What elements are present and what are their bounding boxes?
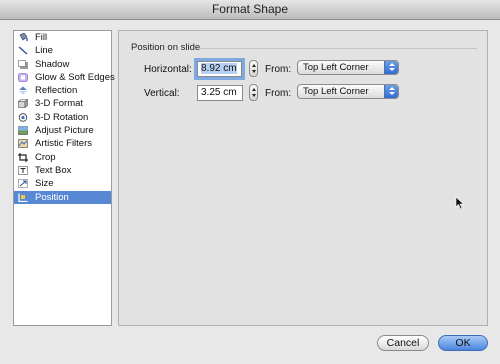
mouse-pointer-icon (455, 196, 465, 210)
shadow-icon (18, 59, 28, 69)
vertical-position-field[interactable]: 3.25 cm (197, 85, 243, 101)
crop-icon (18, 152, 28, 162)
popup-arrows-icon (384, 85, 398, 98)
group-divider (199, 48, 477, 49)
sidebar-item-adjust-picture[interactable]: Adjust Picture (14, 124, 111, 137)
sidebar-item-label: Artistic Filters (35, 138, 92, 150)
adjust-picture-icon (18, 126, 28, 135)
vertical-from-label: From: (265, 88, 292, 99)
ok-button[interactable]: OK (438, 335, 488, 351)
sidebar-item-3d-format[interactable]: 3-D Format (14, 97, 111, 110)
3d-format-icon (18, 99, 28, 109)
fill-bucket-icon (19, 33, 28, 41)
sidebar-item-glow-soft-edges[interactable]: Glow & Soft Edges (14, 71, 115, 84)
sidebar-item-fill[interactable]: Fill (14, 31, 111, 44)
glow-icon (18, 72, 28, 82)
horizontal-label: Horizontal: (144, 64, 192, 75)
category-list[interactable]: Fill Line Shadow Glow & Soft Edges Refle… (13, 30, 115, 326)
sidebar-item-label: Position (35, 191, 69, 203)
sidebar-item-crop[interactable]: Crop (14, 151, 111, 164)
sidebar-item-label: Crop (35, 151, 56, 163)
popup-arrows-icon (384, 61, 398, 74)
sidebar-item-label: Reflection (35, 85, 78, 97)
sidebar-item-reflection[interactable]: Reflection (14, 84, 111, 97)
horizontal-from-select[interactable]: Top Left Corner (297, 60, 399, 75)
sidebar-item-label: Adjust Picture (35, 125, 94, 137)
sidebar-item-label: Shadow (35, 58, 70, 70)
sidebar-item-position[interactable]: Position (14, 190, 111, 204)
cancel-button[interactable]: Cancel (377, 335, 429, 351)
vertical-from-value: Top Left Corner (303, 86, 369, 97)
stepper-down-icon (251, 70, 256, 73)
window-title: Format Shape (211, 2, 289, 16)
horizontal-position-value: 8.92 cm (201, 63, 237, 74)
sidebar-item-text-box[interactable]: Text Box (14, 164, 111, 177)
size-icon (18, 179, 28, 189)
position-icon (18, 193, 28, 202)
sidebar-item-shadow[interactable]: Shadow (14, 58, 111, 71)
line-icon (18, 46, 28, 55)
position-panel: Position on slide Horizontal: 8.92 cm Fr… (118, 30, 488, 326)
vertical-position-value: 3.25 cm (201, 87, 237, 98)
sidebar-item-label: Size (35, 178, 54, 190)
position-group-label: Position on slide (131, 42, 201, 53)
vertical-stepper[interactable] (249, 84, 258, 101)
sidebar-item-size[interactable]: Size (14, 177, 111, 190)
text-box-icon (18, 166, 28, 175)
horizontal-position-field[interactable]: 8.92 cm (194, 58, 245, 80)
stepper-up-icon (251, 88, 256, 91)
sidebar-item-label: Fill (35, 32, 48, 43)
stepper-down-icon (251, 94, 256, 97)
sidebar-item-label: Text Box (35, 164, 72, 176)
sidebar-item-label: 3-D Rotation (35, 111, 89, 123)
vertical-label: Vertical: (144, 88, 180, 99)
sidebar-item-label: 3-D Format (35, 98, 84, 110)
sidebar-item-line[interactable]: Line (14, 44, 111, 57)
horizontal-from-value: Top Left Corner (303, 62, 369, 73)
horizontal-from-label: From: (265, 64, 292, 75)
sidebar-item-label: Glow & Soft Edges (35, 71, 115, 83)
artistic-filters-icon (18, 139, 28, 149)
stepper-up-icon (251, 64, 256, 67)
sidebar-item-label: Line (35, 45, 53, 57)
reflection-icon (19, 86, 27, 95)
sidebar-item-3d-rotation[interactable]: 3-D Rotation (14, 111, 111, 124)
window-title-bar: Format Shape (0, 0, 500, 20)
vertical-from-select[interactable]: Top Left Corner (297, 84, 399, 99)
sidebar-item-artistic-filters[interactable]: Artistic Filters (14, 137, 111, 150)
horizontal-stepper[interactable] (249, 60, 258, 77)
3d-rotation-icon (18, 113, 28, 122)
